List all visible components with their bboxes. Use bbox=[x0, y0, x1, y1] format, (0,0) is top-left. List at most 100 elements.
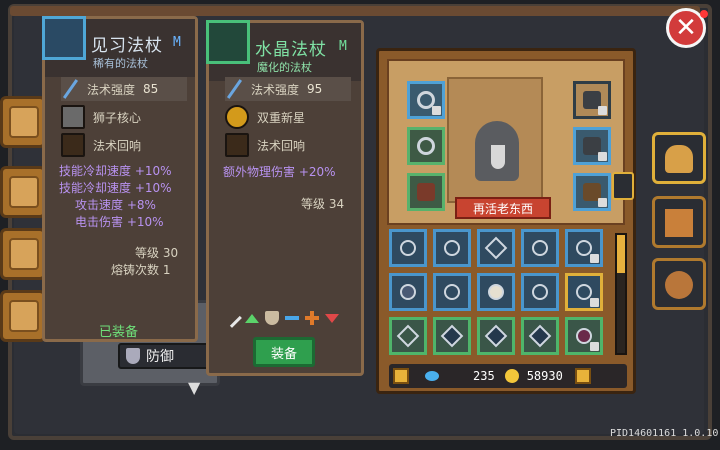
character-equipment: 再活老东西 bbox=[387, 59, 625, 225]
equip-button[interactable]: 装备 bbox=[253, 337, 315, 367]
inventory-slot[interactable] bbox=[565, 229, 603, 267]
team-icon bbox=[9, 238, 39, 270]
tab-codex[interactable] bbox=[0, 96, 46, 148]
collapse-arrow-icon[interactable] bbox=[612, 172, 634, 200]
gem-count: 235 bbox=[473, 369, 495, 383]
power-label: 法术强度 bbox=[87, 82, 136, 97]
build-id: PID14601161 1.0.10 bbox=[610, 428, 719, 439]
inventory-slot[interactable] bbox=[477, 317, 515, 355]
perk-row: 法术回响 bbox=[225, 133, 305, 157]
gear-icon bbox=[665, 271, 693, 299]
item-name: 见习法杖 bbox=[91, 36, 163, 56]
inventory-slot[interactable] bbox=[433, 229, 471, 267]
book-icon bbox=[9, 106, 39, 138]
staff-icon bbox=[532, 284, 548, 300]
lock-icon bbox=[590, 254, 599, 263]
perk-label: 法术回响 bbox=[257, 138, 306, 153]
shield-icon[interactable] bbox=[265, 311, 279, 325]
perk-label: 双重新星 bbox=[257, 110, 306, 125]
upgrade-icon[interactable] bbox=[245, 313, 259, 323]
staff-icon bbox=[444, 240, 460, 256]
inventory-slot[interactable] bbox=[521, 273, 559, 311]
inventory-slot[interactable] bbox=[521, 229, 559, 267]
perk-label: 狮子核心 bbox=[93, 110, 142, 125]
lock-icon bbox=[598, 152, 607, 161]
power-row: 法术强度 95 bbox=[225, 77, 351, 101]
inventory-slot[interactable] bbox=[389, 229, 427, 267]
tab-settings[interactable] bbox=[652, 258, 706, 310]
item-actions bbox=[222, 308, 339, 328]
ring-slot[interactable] bbox=[407, 127, 445, 165]
gold-count: 58930 bbox=[526, 369, 563, 383]
item-tier: M bbox=[173, 35, 181, 50]
ring-icon bbox=[444, 284, 460, 300]
inventory-slot[interactable] bbox=[565, 317, 603, 355]
equipped-status: 已装备 bbox=[99, 325, 139, 340]
compare-item-card: 水晶法杖 M 魔化的法杖 法术强度 95 双重新星 法术回响 额外物理伤害 +2… bbox=[206, 20, 364, 376]
weapon-slot[interactable] bbox=[573, 173, 611, 211]
currency-bar: 235 58930 bbox=[389, 364, 627, 388]
level-label: 等级 30 bbox=[135, 246, 179, 260]
tab-map[interactable] bbox=[0, 290, 46, 342]
lion-core-icon bbox=[61, 105, 85, 129]
tab-equipment[interactable] bbox=[652, 132, 706, 184]
hero-portrait bbox=[447, 77, 543, 203]
tab-forge[interactable] bbox=[652, 196, 706, 248]
inventory-slot[interactable] bbox=[521, 317, 559, 355]
item-name: 水晶法杖 bbox=[255, 40, 327, 60]
wizard-avatar bbox=[475, 121, 519, 181]
minus-icon[interactable] bbox=[285, 316, 299, 320]
inventory-slot[interactable] bbox=[565, 273, 603, 311]
stat-line: 技能冷却速度 +10% bbox=[59, 181, 172, 195]
feather-icon bbox=[488, 284, 504, 300]
perk-label: 法术回响 bbox=[93, 138, 142, 153]
shield-icon bbox=[126, 348, 140, 364]
chest-icon[interactable] bbox=[393, 368, 409, 384]
lock-icon bbox=[598, 198, 607, 207]
spell-echo-icon bbox=[225, 133, 249, 157]
crossed-tools-icon bbox=[665, 209, 693, 237]
equipment-panel: 再活老东西 235 58930 bbox=[376, 48, 636, 394]
stat-line: 额外物理伤害 +20% bbox=[223, 165, 336, 179]
chevron-down-icon: ▼ bbox=[188, 378, 201, 397]
inventory-scrollbar[interactable] bbox=[615, 233, 627, 355]
inventory-slot[interactable] bbox=[477, 229, 515, 267]
discard-icon[interactable] bbox=[325, 313, 339, 323]
staff-icon bbox=[532, 240, 548, 256]
level-label: 等级 34 bbox=[301, 197, 345, 211]
power-label: 法术强度 bbox=[251, 82, 300, 97]
tab-skills[interactable] bbox=[0, 166, 46, 218]
inventory-grid bbox=[389, 229, 609, 357]
necklace-slot[interactable] bbox=[407, 81, 445, 119]
inventory-slot[interactable] bbox=[389, 273, 427, 311]
scroll-thumb[interactable] bbox=[617, 235, 625, 273]
magic-wand-icon bbox=[61, 80, 79, 98]
hero-name: 再活老东西 bbox=[455, 197, 551, 219]
ring-icon bbox=[417, 137, 435, 155]
stat-line: 电击伤害 +10% bbox=[75, 215, 164, 229]
boots-slot[interactable] bbox=[407, 173, 445, 211]
attack-icon[interactable] bbox=[222, 308, 242, 328]
cloak-icon bbox=[528, 324, 552, 348]
helmet-slot[interactable] bbox=[573, 81, 611, 119]
plus-icon[interactable] bbox=[305, 311, 319, 325]
inventory-slot[interactable] bbox=[477, 273, 515, 311]
power-value: 85 bbox=[143, 82, 159, 96]
boots-icon bbox=[417, 183, 435, 201]
inventory-slot[interactable] bbox=[389, 317, 427, 355]
lock-icon bbox=[598, 106, 607, 115]
item-rarity: 魔化的法杖 bbox=[257, 61, 312, 74]
cloak-icon bbox=[484, 324, 508, 348]
stat-line: 攻击速度 +8% bbox=[75, 198, 156, 212]
helmet-icon bbox=[400, 284, 416, 300]
stat-line: 技能冷却速度 +10% bbox=[59, 164, 172, 178]
crystal-staff-icon bbox=[206, 20, 250, 64]
inventory-slot[interactable] bbox=[433, 317, 471, 355]
tab-team[interactable] bbox=[0, 228, 46, 280]
perk-row: 法术回响 bbox=[61, 133, 141, 157]
sort-icon[interactable] bbox=[574, 368, 591, 384]
frame-top-border bbox=[10, 6, 700, 16]
inventory-slot[interactable] bbox=[433, 273, 471, 311]
armor-slot[interactable] bbox=[573, 127, 611, 165]
magic-wand-icon bbox=[225, 80, 243, 98]
